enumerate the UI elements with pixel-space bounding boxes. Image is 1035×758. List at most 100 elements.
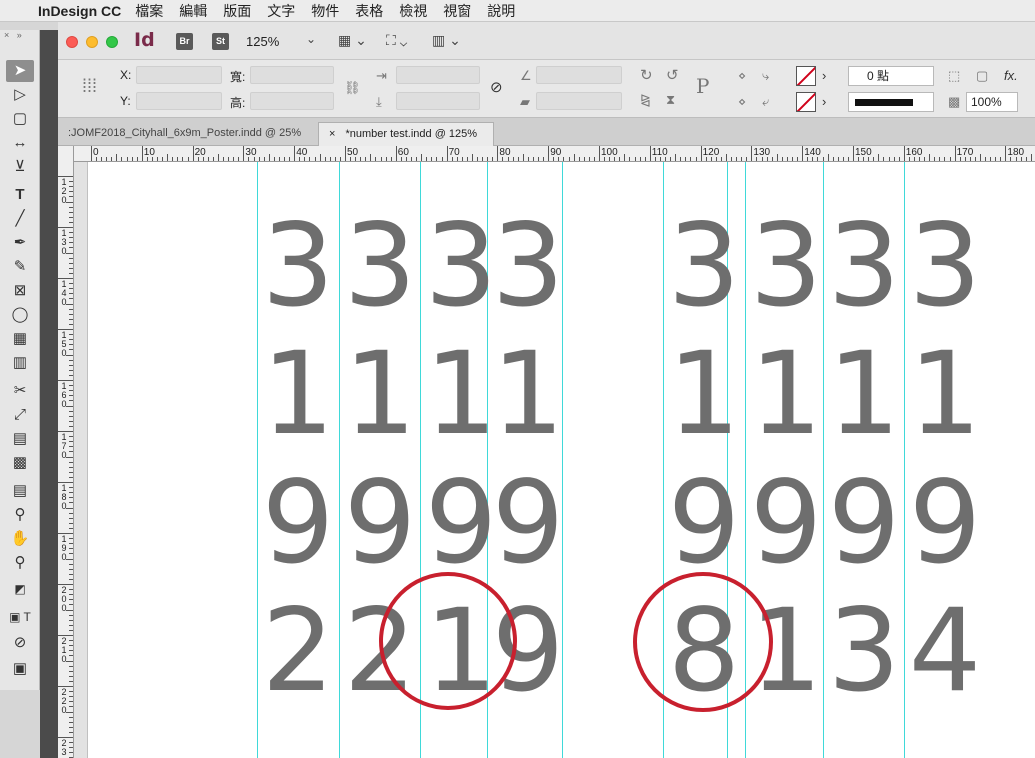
direct-selection-tool-icon[interactable]: ▷: [6, 84, 34, 106]
left-block-digit[interactable]: 3: [257, 209, 339, 323]
right-block-digit[interactable]: 9: [745, 466, 827, 580]
left-block-digit[interactable]: 2: [257, 594, 339, 708]
note-tool-icon[interactable]: ▤: [6, 480, 34, 502]
right-block-digit[interactable]: 9: [663, 466, 745, 580]
stroke-menu-chevron-icon[interactable]: ›: [822, 94, 826, 109]
rotate-counterclockwise-icon[interactable]: ↺: [666, 66, 679, 84]
menu-window[interactable]: 視窗: [443, 1, 471, 21]
effects-button[interactable]: fx.: [1004, 68, 1018, 83]
view-options-icon[interactable]: ▦ ⌄: [338, 32, 367, 49]
stroke-type-dropdown[interactable]: [848, 92, 934, 112]
right-block-digit[interactable]: 9: [823, 466, 905, 580]
zoom-tool-icon[interactable]: ⚲: [6, 552, 34, 574]
tab-poster-document[interactable]: :JOMF2018_Cityhall_6x9m_Poster.indd @ 25…: [58, 122, 314, 146]
rectangle-frame-tool-icon[interactable]: ⊠: [6, 280, 34, 302]
scissors-tool-icon[interactable]: ✂: [6, 380, 34, 402]
content-collector-tool-icon[interactable]: ⊻: [6, 156, 34, 178]
right-block-digit[interactable]: 3: [663, 209, 745, 323]
menu-object[interactable]: 物件: [311, 1, 339, 21]
flip-vertical-icon[interactable]: ⧗: [666, 92, 675, 108]
chevron-down-icon[interactable]: ⌄: [306, 32, 316, 46]
hand-tool-icon[interactable]: ✋: [6, 528, 34, 550]
fill-swatch-none[interactable]: [796, 66, 816, 86]
right-block-digit[interactable]: 1: [904, 337, 986, 451]
constrain-proportions-icon[interactable]: ⛓: [344, 80, 361, 96]
drop-shadow-icon[interactable]: ▢: [976, 68, 988, 84]
left-block-digit[interactable]: 1: [339, 337, 421, 451]
pencil-tool-icon[interactable]: ✎: [6, 256, 34, 278]
select-previous-icon[interactable]: ⤷: [762, 68, 769, 84]
menu-help[interactable]: 說明: [487, 1, 515, 21]
table-tool-icon[interactable]: ▦: [6, 328, 34, 350]
screen-mode-icon[interactable]: ⛶ ⌄: [386, 32, 407, 49]
line-tool-icon[interactable]: ╱: [6, 208, 34, 230]
paragraph-icon[interactable]: P: [696, 74, 709, 98]
gap-tool-icon[interactable]: ↔: [6, 132, 34, 154]
tab-close-icon[interactable]: ×: [329, 128, 335, 140]
zoom-level-field[interactable]: 125%: [246, 34, 279, 49]
arrange-documents-icon[interactable]: ▥ ⌄: [432, 32, 461, 49]
menu-view[interactable]: 檢視: [399, 1, 427, 21]
menu-file[interactable]: 檔案: [135, 1, 163, 21]
y-field[interactable]: [136, 92, 222, 110]
right-block-digit[interactable]: 3: [745, 209, 827, 323]
rotation-field[interactable]: [536, 66, 622, 84]
gradient-swatch-tool-icon[interactable]: ▤: [6, 428, 34, 450]
window-zoom-button[interactable]: [106, 36, 118, 48]
select-next-icon[interactable]: ⤶: [762, 94, 769, 110]
free-transform-tool-icon[interactable]: ⤢: [6, 404, 34, 426]
left-block-digit[interactable]: 3: [339, 209, 421, 323]
tools-panel-header[interactable]: × »: [0, 30, 39, 44]
left-block-digit[interactable]: 1: [257, 337, 339, 451]
scale-y-field[interactable]: [396, 92, 480, 110]
page-tool-icon[interactable]: ▢: [6, 108, 34, 130]
app-menu[interactable]: InDesign CC: [38, 3, 121, 19]
grid-tool-icon[interactable]: ▥: [6, 352, 34, 374]
document-canvas[interactable]: 33331111999922193333111199998134: [74, 162, 1035, 758]
left-block-digit[interactable]: 1: [487, 337, 569, 451]
menu-edit[interactable]: 編輯: [179, 1, 207, 21]
constrain-scale-icon[interactable]: ⊘: [490, 78, 503, 96]
fill-stroke-swatch-icon[interactable]: ◩: [6, 578, 34, 600]
tab-number-test-document[interactable]: × *number test.indd @ 125%: [318, 122, 494, 146]
scale-x-field[interactable]: [396, 66, 480, 84]
rotate-clockwise-icon[interactable]: ↻: [640, 66, 653, 84]
highlight-circle[interactable]: [379, 572, 517, 710]
selection-tool-icon[interactable]: ➤: [6, 60, 34, 82]
right-block-digit[interactable]: 1: [823, 337, 905, 451]
gradient-feather-tool-icon[interactable]: ▩: [6, 452, 34, 474]
select-container-icon[interactable]: ⋄: [738, 68, 746, 84]
pen-tool-icon[interactable]: ✒: [6, 232, 34, 254]
menu-type[interactable]: 文字: [267, 1, 295, 21]
width-field[interactable]: [250, 66, 334, 84]
ellipse-tool-icon[interactable]: ◯: [6, 304, 34, 326]
select-content-icon[interactable]: ⋄: [738, 94, 746, 110]
reference-point-icon[interactable]: ⁞⁞⁞: [82, 76, 97, 97]
horizontal-ruler[interactable]: 0 10 20 30 40 50 60 70 80 90 100 110 120 130 140 150 160…: [74, 146, 1035, 162]
right-block-digit[interactable]: 4: [904, 594, 986, 708]
stroke-swatch-none[interactable]: [796, 92, 816, 112]
flip-horizontal-icon[interactable]: ⧎: [640, 92, 651, 108]
text-frame-options-icon[interactable]: ⬚: [948, 68, 960, 84]
left-block-digit[interactable]: 3: [487, 209, 569, 323]
stock-button[interactable]: St: [212, 33, 229, 50]
height-field[interactable]: [250, 92, 334, 110]
apply-none-icon[interactable]: ⊘: [6, 632, 34, 654]
right-block-digit[interactable]: 3: [823, 209, 905, 323]
stroke-weight-field[interactable]: 0 點: [848, 66, 934, 86]
left-block-digit[interactable]: 9: [339, 466, 421, 580]
window-close-button[interactable]: [66, 36, 78, 48]
highlight-circle[interactable]: [633, 572, 773, 712]
eyedropper-tool-icon[interactable]: ⚲: [6, 504, 34, 526]
left-block-digit[interactable]: 9: [257, 466, 339, 580]
vertical-ruler[interactable]: 1 2 01 3 01 4 01 5 01 6 01 7 01 8 01 9 0…: [58, 146, 74, 758]
fill-menu-chevron-icon[interactable]: ›: [822, 68, 826, 83]
right-block-digit[interactable]: 3: [823, 594, 905, 708]
right-block-digit[interactable]: 1: [745, 337, 827, 451]
window-minimize-button[interactable]: [86, 36, 98, 48]
menu-layout[interactable]: 版面: [223, 1, 251, 21]
bridge-button[interactable]: Br: [176, 33, 193, 50]
right-block-digit[interactable]: 9: [904, 466, 986, 580]
opacity-field[interactable]: 100%: [966, 92, 1018, 112]
screen-mode-icon[interactable]: ▣: [6, 658, 34, 680]
